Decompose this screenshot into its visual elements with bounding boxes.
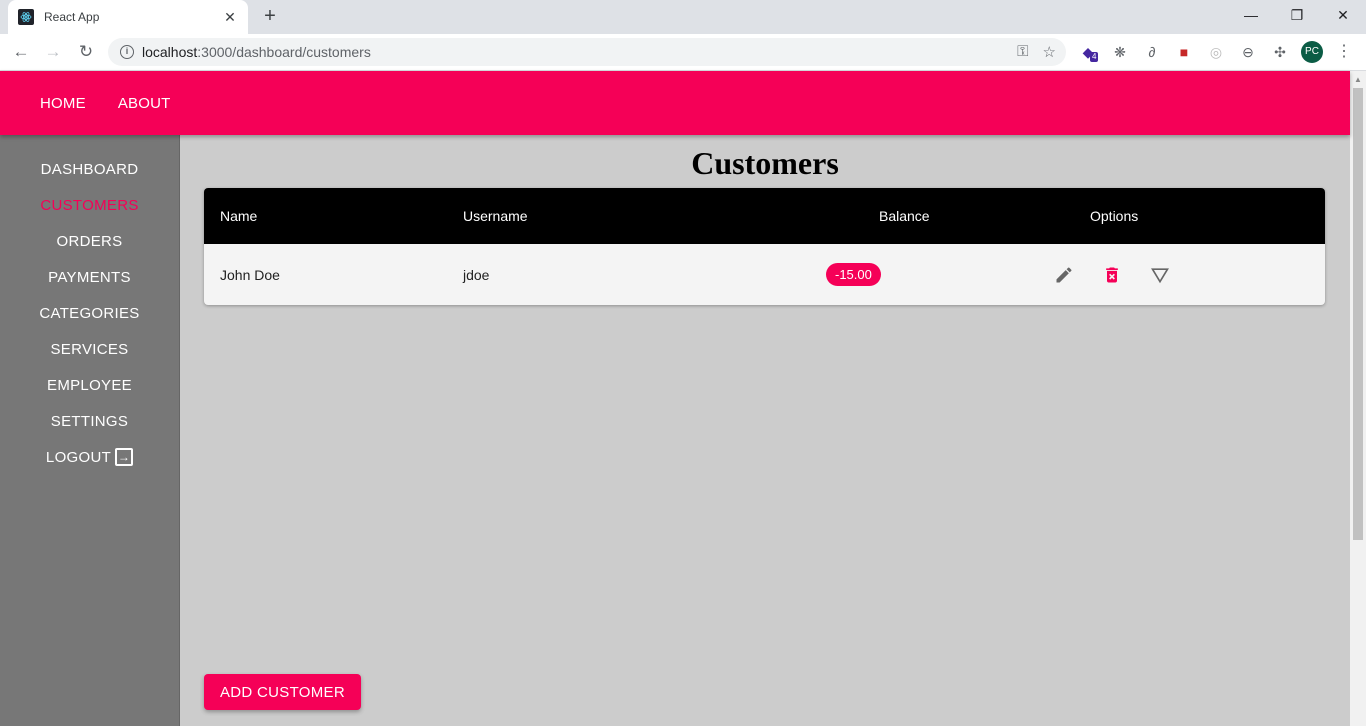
url-host: localhost bbox=[142, 44, 198, 60]
cell-username: jdoe bbox=[463, 266, 490, 283]
balance-chip: -15.00 bbox=[826, 263, 881, 286]
sidebar-item-dashboard[interactable]: DASHBOARD bbox=[0, 151, 179, 187]
header-username: Username bbox=[463, 208, 528, 224]
tab-close-icon[interactable]: ✕ bbox=[222, 9, 238, 26]
extension-film-icon[interactable]: ❋ bbox=[1110, 42, 1130, 62]
page-title: Customers bbox=[691, 145, 839, 181]
browser-toolbar: ← → ↻ i localhost:3000/dashboard/custome… bbox=[0, 34, 1366, 71]
nav-about[interactable]: ABOUT bbox=[102, 95, 187, 112]
header-name: Name bbox=[220, 208, 258, 224]
extension-code-icon[interactable]: ⊖ bbox=[1238, 42, 1258, 62]
filter-icon[interactable] bbox=[1150, 265, 1170, 285]
logout-icon: → bbox=[115, 448, 134, 466]
main-content: Customers Name Username Balance Options … bbox=[180, 135, 1350, 726]
new-tab-icon[interactable]: + bbox=[260, 6, 280, 26]
sidebar: DASHBOARD CUSTOMERS ORDERS PAYMENTS CATE… bbox=[0, 135, 180, 726]
browser-menu-icon[interactable]: ⋮ bbox=[1336, 41, 1352, 63]
delete-icon[interactable] bbox=[1102, 265, 1122, 285]
nav-home[interactable]: HOME bbox=[24, 95, 102, 112]
app-bar: HOME ABOUT bbox=[0, 71, 1350, 135]
profile-avatar[interactable]: PC bbox=[1301, 41, 1323, 63]
extension-red-icon[interactable]: ■ bbox=[1174, 42, 1194, 62]
extension-stack-icon[interactable]: ◆ 4 bbox=[1078, 42, 1099, 62]
forward-icon[interactable]: → bbox=[42, 41, 64, 63]
restore-icon[interactable]: ❐ bbox=[1274, 4, 1320, 28]
sidebar-item-employee[interactable]: EMPLOYEE bbox=[0, 367, 179, 403]
site-info-icon[interactable]: i bbox=[120, 45, 134, 59]
address-bar[interactable]: i localhost:3000/dashboard/customers ⚿ ☆ bbox=[108, 38, 1066, 66]
extensions-puzzle-icon[interactable]: ✣ bbox=[1270, 42, 1290, 62]
logout-label: LOGOUT bbox=[45, 448, 112, 466]
browser-tabbar: React App ✕ + — ❐ ✕ bbox=[0, 0, 1366, 34]
back-icon[interactable]: ← bbox=[10, 41, 32, 63]
browser-tab[interactable]: React App ✕ bbox=[8, 0, 248, 34]
edit-icon[interactable] bbox=[1054, 265, 1074, 285]
extension-badge: 4 bbox=[1090, 52, 1099, 62]
header-options: Options bbox=[1090, 208, 1139, 224]
key-icon[interactable]: ⚿ bbox=[1017, 43, 1028, 61]
minimize-icon[interactable]: — bbox=[1228, 4, 1274, 28]
sidebar-item-categories[interactable]: CATEGORIES bbox=[0, 295, 179, 331]
scroll-thumb[interactable] bbox=[1353, 88, 1363, 540]
sidebar-item-services[interactable]: SERVICES bbox=[0, 331, 179, 367]
sidebar-item-logout[interactable]: LOGOUT → bbox=[0, 439, 179, 475]
url-path: :3000/dashboard/customers bbox=[197, 44, 371, 60]
react-favicon-icon bbox=[18, 9, 34, 25]
customers-table: Name Username Balance Options John Doe j… bbox=[204, 188, 1325, 305]
add-customer-button[interactable]: ADD CUSTOMER bbox=[204, 674, 361, 710]
scroll-up-icon[interactable]: ▲ bbox=[1354, 75, 1362, 84]
sidebar-item-settings[interactable]: SETTINGS bbox=[0, 403, 179, 439]
reload-icon[interactable]: ↻ bbox=[75, 41, 97, 63]
tab-title: React App bbox=[44, 10, 100, 24]
bookmark-star-icon[interactable]: ☆ bbox=[1043, 43, 1056, 61]
sidebar-item-customers[interactable]: CUSTOMERS bbox=[0, 187, 179, 223]
table-row: John Doe jdoe -15.00 bbox=[204, 244, 1325, 305]
header-balance: Balance bbox=[879, 208, 930, 224]
extension-circle-icon[interactable]: ◎ bbox=[1206, 42, 1226, 62]
url-text: localhost:3000/dashboard/customers bbox=[142, 44, 1017, 60]
cell-name: John Doe bbox=[220, 266, 280, 283]
close-window-icon[interactable]: ✕ bbox=[1320, 4, 1366, 28]
page-scrollbar[interactable]: ▲ bbox=[1350, 71, 1366, 726]
extension-link-icon[interactable]: ∂ bbox=[1142, 42, 1162, 62]
sidebar-item-payments[interactable]: PAYMENTS bbox=[0, 259, 179, 295]
table-header: Name Username Balance Options bbox=[204, 188, 1325, 244]
sidebar-item-orders[interactable]: ORDERS bbox=[0, 223, 179, 259]
